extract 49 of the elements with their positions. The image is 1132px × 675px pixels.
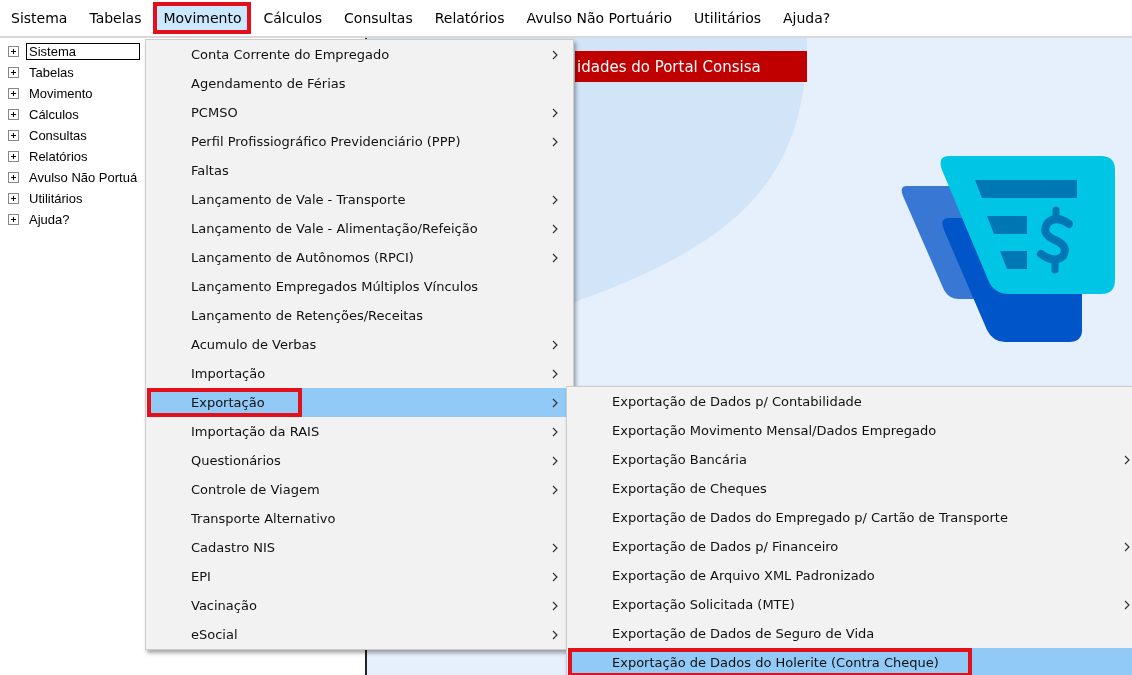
expand-icon[interactable] <box>8 214 19 225</box>
expand-icon[interactable] <box>8 88 19 99</box>
menu-bar-item[interactable]: Cálculos <box>253 2 333 34</box>
tree-item[interactable]: Cálculos <box>26 106 82 123</box>
menu-bar-item[interactable]: Utilitários <box>684 2 772 34</box>
tree-item[interactable]: Avulso Não Portuá <box>26 169 141 186</box>
menu-bar-item[interactable]: Ajuda? <box>773 2 841 34</box>
menu-item[interactable]: Acumulo de Verbas <box>147 330 572 359</box>
menu-item[interactable]: Exportação de Arquivo XML Padronizado <box>568 561 1132 590</box>
promo-banner[interactable]: idades do Portal Consisa <box>575 51 807 82</box>
menu-item[interactable]: Exportação de Cheques <box>568 474 1132 503</box>
tree-item[interactable]: Utilitários <box>26 190 86 207</box>
expand-icon[interactable] <box>8 67 19 78</box>
menu-item[interactable]: Lançamento de Autônomos (RPCI) <box>147 243 572 272</box>
tree-item[interactable]: Sistema <box>26 43 140 60</box>
menu-item[interactable]: Agendamento de Férias <box>147 69 572 98</box>
menu-item[interactable]: Perfil Profissiográfico Previdenciário (PPP) <box>147 127 572 156</box>
menu-bar-item[interactable]: Relatórios <box>424 2 515 34</box>
menu-item[interactable]: Exportação de Dados do Holerite (Contra Cheque) <box>568 648 1132 675</box>
expand-icon[interactable] <box>8 172 19 183</box>
tree-item[interactable]: Movimento <box>26 85 96 102</box>
menu-bar-item[interactable]: Movimento <box>153 2 252 34</box>
menu-bar-item[interactable]: Sistema <box>1 2 78 34</box>
menu-item[interactable]: Lançamento Empregados Múltiplos Vínculos <box>147 272 572 301</box>
menu-item[interactable]: Exportação de Dados p/ Financeiro <box>568 532 1132 561</box>
menu-item[interactable]: Importação <box>147 359 572 388</box>
menu-item[interactable]: Exportação Bancária <box>568 445 1132 474</box>
tree-item[interactable]: Relatórios <box>26 148 91 165</box>
menu-item[interactable]: Exportação Movimento Mensal/Dados Empregado <box>568 416 1132 445</box>
menu-item[interactable]: Exportação Solicitada (MTE) <box>568 590 1132 619</box>
tree-item[interactable]: Consultas <box>26 127 90 144</box>
menu-item[interactable]: Lançamento de Vale - Alimentação/Refeição <box>147 214 572 243</box>
menu-item[interactable]: Lançamento de Retenções/Receitas <box>147 301 572 330</box>
menu-item[interactable]: Conta Corrente do Empregado <box>147 40 572 69</box>
menu-bar-item[interactable]: Tabelas <box>79 2 152 34</box>
menu-bar-item[interactable]: Consultas <box>334 2 423 34</box>
menu-bar-item[interactable]: Avulso Não Portuário <box>516 2 683 34</box>
expand-icon[interactable] <box>8 46 19 57</box>
menu-item[interactable]: PCMSO <box>147 98 572 127</box>
tree-item[interactable]: Tabelas <box>26 64 77 81</box>
expand-icon[interactable] <box>8 130 19 141</box>
expand-icon[interactable] <box>8 151 19 162</box>
expand-icon[interactable] <box>8 109 19 120</box>
menu-item[interactable]: Lançamento de Vale - Transporte <box>147 185 572 214</box>
menu-item[interactable]: Faltas <box>147 156 572 185</box>
expand-icon[interactable] <box>8 193 19 204</box>
tree-item[interactable]: Ajuda? <box>26 211 73 228</box>
menu-item[interactable]: Exportação de Dados do Empregado p/ Cartão de Transporte <box>568 503 1132 532</box>
menu-item[interactable]: Exportação de Dados de Seguro de Vida <box>568 619 1132 648</box>
